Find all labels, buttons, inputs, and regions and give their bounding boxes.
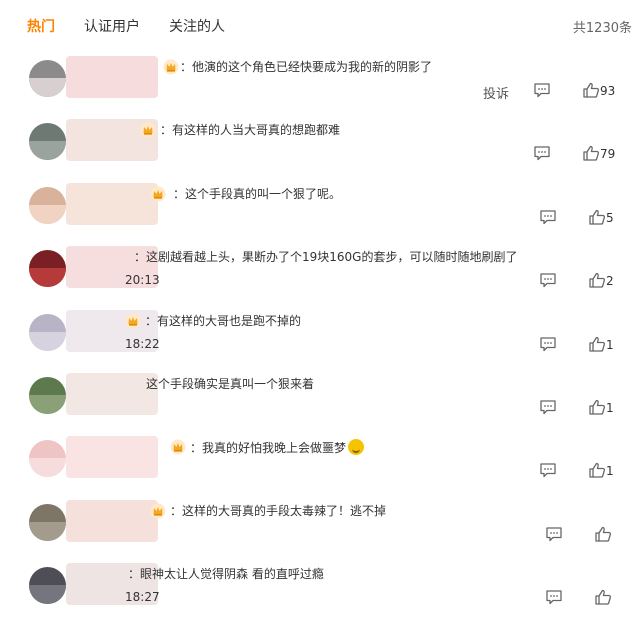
crown-icon — [140, 122, 156, 138]
laughing-emoji-icon — [348, 439, 365, 455]
thumbs-up-icon[interactable] — [588, 462, 606, 478]
thumbs-up-icon[interactable] — [582, 82, 600, 98]
avatar[interactable] — [29, 314, 66, 351]
crown-icon — [125, 313, 141, 329]
crown-icon — [163, 59, 179, 75]
comment-icon[interactable] — [545, 526, 563, 542]
report-button[interactable]: 投诉 — [483, 83, 509, 102]
comment-icon[interactable] — [545, 589, 563, 605]
avatar[interactable] — [29, 250, 66, 287]
avatar[interactable] — [29, 123, 66, 160]
blurred-username — [66, 500, 158, 542]
comment-text: ：这剧越看越上头，果断办了个19块160G的套步，可以随时随地刷剧了 — [134, 250, 518, 264]
blurred-username — [66, 373, 158, 415]
comment-item: ：这个手段真的叫一个狠了呢。 5 — [0, 183, 640, 250]
comment-item: ：眼神太让人觉得阴森 看的直呼过瘾 18:27 — [0, 563, 640, 624]
comment-text: ：这个手段真的叫一个狠了呢。 — [173, 187, 342, 201]
comment-icon[interactable] — [533, 82, 551, 98]
thumbs-up-icon[interactable] — [594, 526, 612, 542]
comment-item: ：他演的这个角色已经快要成为我的新的阴影了投诉 93 — [0, 56, 640, 123]
crown-icon — [150, 186, 166, 202]
thumbs-up-icon[interactable] — [582, 145, 600, 161]
like-count: 1 — [606, 338, 614, 352]
comment-item: ：有这样的大哥也是跑不掉的 18:22 1 — [0, 310, 640, 377]
comment-item: ：我真的好怕我晚上会做噩梦 1 — [0, 436, 640, 503]
comment-item: ：这样的大哥真的手段太毒辣了！逃不掉 — [0, 500, 640, 567]
comment-time: 18:27 — [125, 590, 160, 604]
like-count: 1 — [606, 464, 614, 478]
comment-icon[interactable] — [539, 336, 557, 352]
blurred-username — [66, 183, 158, 225]
comment-text: 这个手段确实是真叫一个狠来着 — [146, 377, 315, 391]
comment-item: ：这剧越看越上头，果断办了个19块160G的套步，可以随时随地刷剧了 20:13 2 — [0, 246, 640, 313]
thumbs-up-icon[interactable] — [588, 399, 606, 415]
comment-time: 18:22 — [125, 337, 160, 351]
comment-icon[interactable] — [539, 462, 557, 478]
comment-text: ：他演的这个角色已经快要成为我的新的阴影了 — [180, 60, 433, 74]
blurred-username — [66, 436, 158, 478]
like-count: 93 — [600, 84, 616, 98]
avatar[interactable] — [29, 377, 66, 414]
crown-icon — [150, 503, 166, 519]
comment-item: 这个手段确实是真叫一个狠来着 1 — [0, 373, 640, 440]
avatar[interactable] — [29, 567, 66, 604]
comment-text: ：有这样的人当大哥真的想跑都难 — [160, 123, 341, 137]
comment-icon[interactable] — [539, 209, 557, 225]
comment-text: ：有这样的大哥也是跑不掉的 — [145, 314, 302, 328]
avatar[interactable] — [29, 187, 66, 224]
thumbs-up-icon[interactable] — [588, 209, 606, 225]
tab-following[interactable]: 关注的人 — [169, 16, 225, 36]
comment-icon[interactable] — [539, 399, 557, 415]
comment-text: ：眼神太让人觉得阴森 看的直呼过瘾 — [128, 567, 324, 581]
thumbs-up-icon[interactable] — [594, 589, 612, 605]
comment-icon[interactable] — [539, 272, 557, 288]
like-count: 2 — [606, 274, 614, 288]
avatar[interactable] — [29, 60, 66, 97]
blurred-username — [66, 56, 158, 98]
like-count: 79 — [600, 147, 616, 161]
comment-time: 20:13 — [125, 273, 160, 287]
comment-text: ：我真的好怕我晚上会做噩梦 — [190, 439, 365, 456]
comment-text: ：这样的大哥真的手段太毒辣了！逃不掉 — [170, 504, 387, 518]
tab-hot[interactable]: 热门 — [27, 16, 55, 36]
thumbs-up-icon[interactable] — [588, 336, 606, 352]
tab-verified-users[interactable]: 认证用户 — [84, 16, 140, 36]
avatar[interactable] — [29, 440, 66, 477]
thumbs-up-icon[interactable] — [588, 272, 606, 288]
comment-tabs: 热门 认证用户 关注的人 共1230条 — [0, 0, 640, 50]
crown-icon — [170, 439, 186, 455]
avatar[interactable] — [29, 504, 66, 541]
comment-item: ：有这样的人当大哥真的想跑都难 79 — [0, 119, 640, 186]
like-count: 1 — [606, 401, 614, 415]
total-count: 共1230条 — [572, 21, 632, 36]
comment-icon[interactable] — [533, 145, 551, 161]
like-count: 5 — [606, 211, 614, 225]
